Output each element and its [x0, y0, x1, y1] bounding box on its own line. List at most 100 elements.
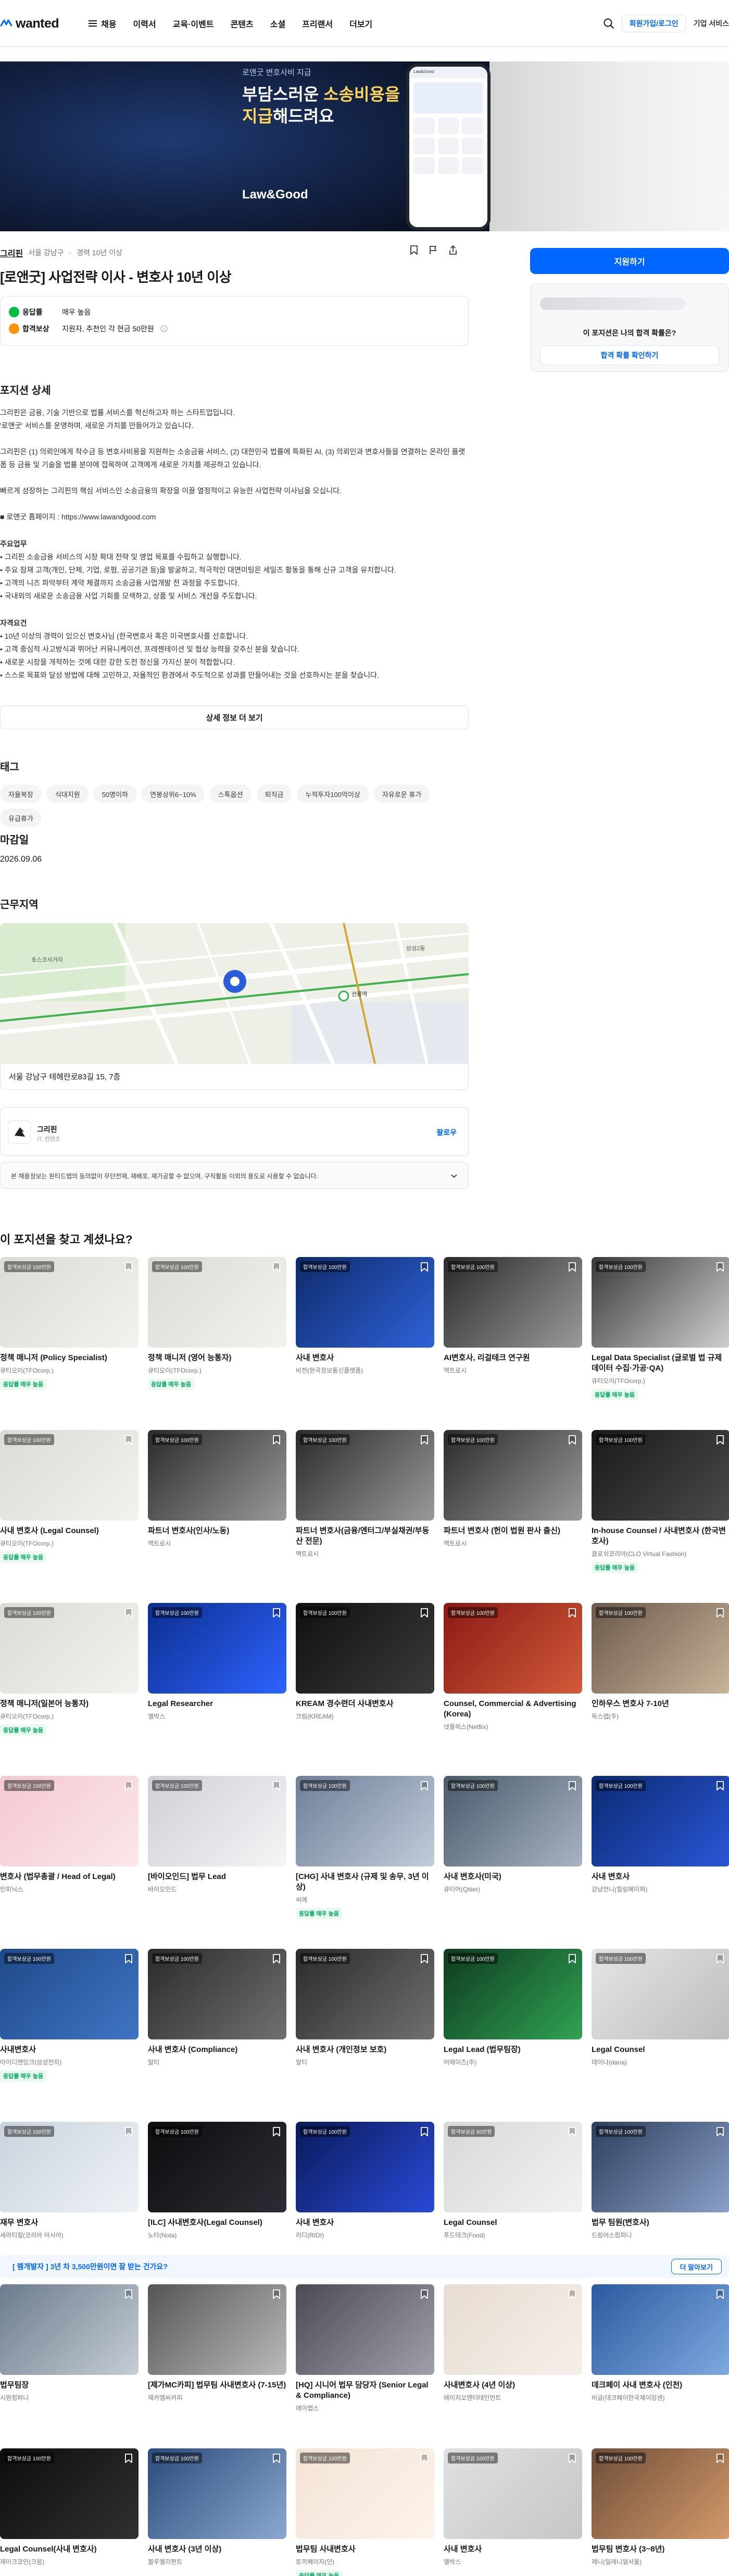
bookmark-icon[interactable] [420, 1262, 429, 1272]
job-card[interactable]: 합격보상금 100만원 Legal Data Specialist (글로벌 법 … [592, 1257, 729, 1400]
job-card[interactable]: 합격보상금 100만원 파트너 변호사(인사/노동) 액트로시 [148, 1430, 286, 1548]
bookmark-icon[interactable] [715, 1608, 725, 1618]
job-card-title[interactable]: Legal Researcher [148, 1699, 286, 1709]
bookmark-icon[interactable] [420, 1435, 429, 1445]
company-card[interactable]: 그리핀 IT, 컨텐츠 팔로우 [0, 1107, 469, 1156]
job-card[interactable]: 합격보상금 100만원 파트너 변호사(금융/엔터그/부실채권/부동산 전문) 액트… [296, 1430, 434, 1558]
job-card[interactable]: 사내변호사 (4년 이상) 에이치오엔터테인먼트 [444, 2284, 582, 2402]
bookmark-icon[interactable] [715, 2289, 725, 2299]
bookmark-icon[interactable] [715, 2126, 725, 2137]
job-card[interactable]: 합격보상금 100만원 정책 매니저 (영어 능통자) 큐티오이(TFOcorp.)… [148, 1257, 286, 1390]
job-card-title[interactable]: KREAM 경수련더 사내변호사 [296, 1699, 434, 1709]
nav-more[interactable]: 더보기 [349, 17, 372, 30]
bookmark-icon[interactable] [272, 1262, 281, 1272]
job-card-title[interactable]: Counsel, Commercial & Advertising (Korea… [444, 1699, 582, 1720]
wanted-logo[interactable]: wanted [0, 16, 59, 31]
search-icon[interactable] [603, 18, 614, 29]
bookmark-icon[interactable] [272, 1435, 281, 1445]
bookmark-icon[interactable] [715, 1262, 725, 1272]
job-card-title[interactable]: 정책 매니저 (Policy Specialist) [0, 1353, 139, 1363]
job-card-thumbnail[interactable]: 합격보상금 100만원 [444, 1776, 582, 1866]
bookmark-icon[interactable] [715, 1435, 725, 1445]
job-card-thumbnail[interactable]: 합격보상금 100만원 [444, 1603, 582, 1694]
job-card-title[interactable]: 정책 매니저 (영어 능통자) [148, 1353, 286, 1363]
tag-item[interactable]: 스톡옵션 [209, 785, 252, 803]
job-card[interactable]: 합격보상금 100만원 Legal Counsel(사내 변호사) 제이크코인(크몽… [0, 2448, 139, 2566]
job-card[interactable]: 합격보상금 100만원 정책 매니저 (Policy Specialist) 큐티오… [0, 1257, 139, 1390]
promo-more-button[interactable]: 더 알아보기 [671, 2259, 722, 2274]
share-icon[interactable] [448, 245, 458, 255]
job-card[interactable]: 합격보상금 100만원 변호사 (법무총괄 / Head of Legal) 인피닉… [0, 1776, 139, 1894]
bookmark-icon[interactable] [124, 1953, 133, 1964]
job-card-thumbnail[interactable]: 합격보상금 100만원 [148, 2448, 286, 2539]
job-card[interactable]: 합격보상금 100만원 사내 변호사 리디(RIDI) [296, 2122, 434, 2239]
bookmark-icon[interactable] [409, 245, 419, 255]
job-card-thumbnail[interactable]: 합격보상금 50만원 [444, 2122, 582, 2212]
job-card[interactable]: 합격보상금 100만원 [CHG] 사내 변호사 (규제 및 송무, 3년 이상)… [296, 1776, 434, 1919]
job-card-title[interactable]: [CHG] 사내 변호사 (규제 및 송무, 3년 이상) [296, 1872, 434, 1893]
job-card-title[interactable]: 법무팀장 [0, 2380, 139, 2391]
job-card[interactable]: 합격보상금 100만원 KREAM 경수련더 사내변호사 크림(KREAM) [296, 1603, 434, 1721]
job-card-thumbnail[interactable]: 합격보상금 100만원 [0, 1430, 139, 1521]
bookmark-icon[interactable] [420, 1953, 429, 1964]
check-probability-button[interactable]: 합격 확률 확인하기 [540, 345, 719, 365]
tag-item[interactable]: 유급휴가 [0, 808, 42, 827]
bookmark-icon[interactable] [124, 1262, 133, 1272]
job-card-thumbnail[interactable]: 합격보상금 100만원 [296, 1257, 434, 1348]
job-card[interactable]: 합격보상금 50만원 Legal Counsel 푸드테크(Food) [444, 2122, 582, 2239]
bookmark-icon[interactable] [420, 1608, 429, 1618]
location-map[interactable]: 선릉역 포스코사거리 삼성2동 [0, 923, 469, 1064]
job-card-thumbnail[interactable]: 합격보상금 100만원 [592, 1776, 729, 1866]
job-card-title[interactable]: 사내 변호사 [444, 2544, 582, 2555]
bookmark-icon[interactable] [568, 1262, 577, 1272]
company-name-link[interactable]: 그리핀 [0, 246, 23, 259]
job-card-thumbnail[interactable]: 합격보상금 100만원 [592, 1949, 729, 2039]
job-card-title[interactable]: 사내 변호사 (3년 이상) [148, 2544, 286, 2555]
job-card-title[interactable]: 사내 변호사 (Legal Counsel) [0, 1526, 139, 1536]
bookmark-icon[interactable] [568, 2126, 577, 2137]
job-card-title[interactable]: In-house Counsel / 사내변호사 (한국변호사) [592, 1526, 729, 1547]
job-card-thumbnail[interactable] [148, 2284, 286, 2375]
job-card-title[interactable]: Legal Lead (법무팀장) [444, 2045, 582, 2055]
job-card-title[interactable]: 사내 변호사 (Compliance) [148, 2045, 286, 2055]
job-card[interactable]: 합격보상금 100만원 In-house Counsel / 사내변호사 (한국변… [592, 1430, 729, 1573]
nav-freelancer[interactable]: 프리랜서 [302, 17, 333, 30]
tag-item[interactable]: 자율복장 [0, 785, 42, 803]
job-card-title[interactable]: 파트너 변호사 (헌이 법원 판사 출신) [444, 1526, 582, 1536]
job-card[interactable]: 합격보상금 100만원 사내 변호사 (Legal Counsel) 큐티오이(TF… [0, 1430, 139, 1563]
job-card[interactable]: 합격보상금 100만원 AI변호사, 리걸테크 연구원 액트로시 [444, 1257, 582, 1375]
bookmark-icon[interactable] [272, 1953, 281, 1964]
apply-button[interactable]: 지원하기 [530, 248, 729, 274]
job-card-thumbnail[interactable]: 합격보상금 100만원 [148, 1257, 286, 1348]
job-card-thumbnail[interactable]: 합격보상금 100만원 [0, 1257, 139, 1348]
job-card-thumbnail[interactable]: 합격보상금 100만원 [296, 1776, 434, 1866]
job-card-title[interactable]: 사내 변호사 [592, 1872, 729, 1882]
job-card[interactable]: [제가MC카피] 법무팀 사내변호사 (7-15년) 제카엠씨카피 [148, 2284, 286, 2402]
bookmark-icon[interactable] [272, 2289, 281, 2299]
report-icon[interactable] [428, 245, 438, 255]
job-card-thumbnail[interactable]: 합격보상금 100만원 [0, 1603, 139, 1694]
job-card-title[interactable]: 인하우스 변호사 7-10년 [592, 1699, 729, 1709]
job-card-title[interactable]: 사내 변호사 [296, 1353, 434, 1363]
bookmark-icon[interactable] [124, 1781, 133, 1791]
copyright-notice[interactable]: 본 채용정보는 원티드랩의 동의없이 무단전재, 재배포, 재가공할 수 없으며… [0, 1162, 469, 1189]
bookmark-icon[interactable] [420, 1781, 429, 1791]
job-card[interactable]: 합격보상금 100만원 사내 변호사 (개인정보 보호) 알티 [296, 1949, 434, 2067]
job-card-title[interactable]: 변호사 (법무총괄 / Head of Legal) [0, 1872, 139, 1882]
nav-social[interactable]: 소셜 [270, 17, 285, 30]
nav-contents[interactable]: 콘텐츠 [231, 17, 254, 30]
bookmark-icon[interactable] [272, 2126, 281, 2137]
job-card-thumbnail[interactable]: 합격보상금 100만원 [592, 1430, 729, 1521]
job-card-thumbnail[interactable] [296, 2284, 434, 2375]
job-card-title[interactable]: 법무팀 사내변호사 [296, 2544, 434, 2555]
job-card-thumbnail[interactable]: 합격보상금 100만원 [296, 2448, 434, 2539]
job-card[interactable]: 법무팀장 시원컴퍼니 [0, 2284, 139, 2402]
job-card-thumbnail[interactable]: 합격보상금 100만원 [592, 1603, 729, 1694]
bookmark-icon[interactable] [420, 2126, 429, 2137]
job-card[interactable]: 합격보상금 100만원 [바이오인드] 법무 Lead 바이오인드 [148, 1776, 286, 1894]
enterprise-service-link[interactable]: 기업 서비스 [694, 18, 729, 29]
bookmark-icon[interactable] [568, 1435, 577, 1445]
job-card[interactable]: 합격보상금 100만원 Counsel, Commercial & Adverti… [444, 1603, 582, 1731]
follow-button[interactable]: 팔로우 [436, 1127, 457, 1138]
job-card-title[interactable]: 법무팀 변호사 (3~8년) [592, 2544, 729, 2555]
